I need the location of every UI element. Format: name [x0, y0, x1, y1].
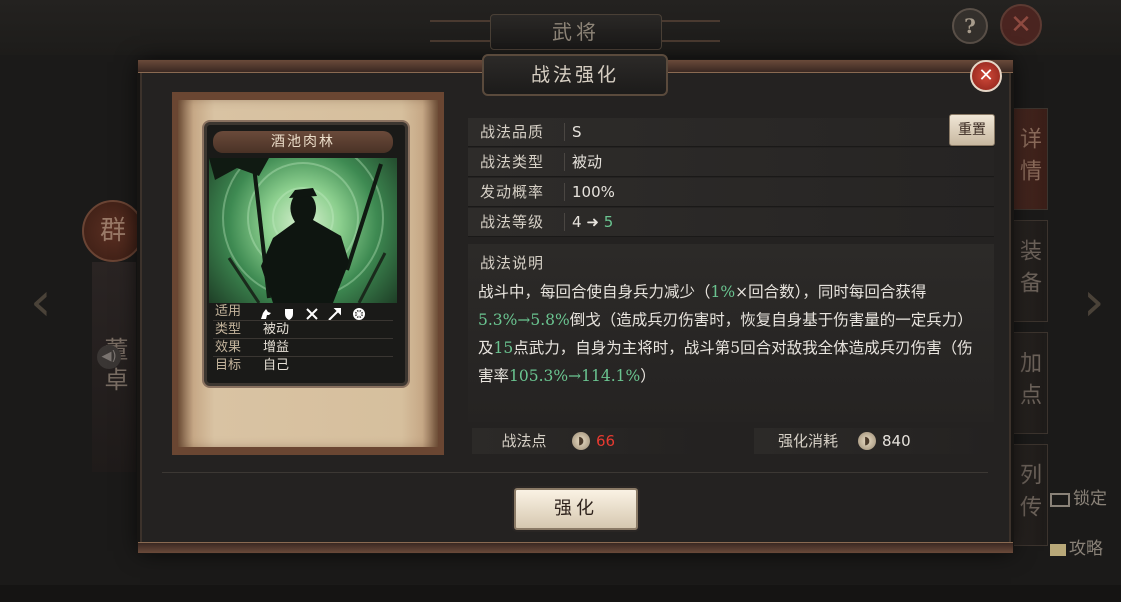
card-row-value: 被动	[263, 322, 290, 337]
lock-icon	[1050, 492, 1070, 507]
title-ornament-right	[660, 20, 720, 42]
level-from: 4	[572, 213, 582, 231]
card-row-key: 效果	[215, 340, 242, 355]
card-row-key: 类型	[215, 322, 242, 337]
skill-quality-value: S	[572, 123, 582, 141]
screen-title: 武将	[490, 14, 662, 50]
skill-card: 酒池肉林 适用 类型 被动 效果 增益 目标 自己	[204, 122, 408, 386]
card-row-target: 目标 自己	[209, 357, 397, 375]
faction-badge: 群	[82, 200, 144, 262]
voice-speaker-icon[interactable]: ◀)	[97, 345, 121, 369]
scroll-rod-top	[172, 92, 444, 100]
info-key: 战法等级	[480, 213, 545, 231]
skill-type-value: 被动	[572, 153, 603, 171]
card-row-value: 自己	[263, 358, 290, 373]
card-row-type: 类型 被动	[209, 321, 397, 339]
info-row-quality: 战法品质 S 重置	[468, 114, 995, 147]
title-ornament-left	[430, 20, 490, 42]
card-row-value: 增益	[263, 340, 290, 355]
skill-card-name: 酒池肉林	[213, 131, 393, 153]
spear-icon	[328, 307, 342, 321]
skill-level-value: 4 ➜ 5	[572, 208, 613, 236]
level-to: 5	[603, 213, 614, 231]
info-row-type: 战法类型 被动	[468, 148, 994, 177]
guide-button[interactable]: 攻略	[1050, 534, 1103, 559]
dialog-bottom-frame	[138, 542, 1013, 553]
tab-add-points[interactable]: 加点	[1008, 332, 1048, 434]
next-general-arrow-icon[interactable]: ›	[1083, 272, 1113, 332]
info-row-chance: 发动概率 100%	[468, 178, 994, 207]
dialog-title: 战法强化	[482, 54, 668, 96]
skill-card-artwork	[209, 158, 397, 303]
enhance-cost-row: 强化消耗 ◗ 840	[754, 428, 990, 454]
help-button[interactable]: ?	[952, 8, 988, 44]
level-arrow-icon: ➜	[586, 213, 599, 231]
cavalry-icon	[261, 308, 271, 319]
card-row-applicable: 适用	[209, 303, 397, 321]
prev-general-arrow-icon[interactable]: ‹	[30, 272, 60, 332]
skill-point-coin-icon: ◗	[572, 432, 590, 450]
skill-points-value: 66	[596, 432, 616, 450]
info-row-level: 战法等级 4 ➜ 5	[468, 208, 994, 237]
side-tabs: 详情 装备 加点 列传	[1008, 108, 1048, 548]
info-key: 战法品质	[480, 123, 545, 141]
lock-button[interactable]: 锁定	[1050, 484, 1107, 509]
card-row-key: 适用	[215, 304, 242, 319]
enhance-button[interactable]: 强化	[514, 488, 638, 530]
tab-details[interactable]: 详情	[1008, 108, 1048, 210]
card-row-effect: 效果 增益	[209, 339, 397, 357]
divider	[162, 472, 988, 473]
crossed-swords-icon	[306, 307, 318, 320]
screen-close-button[interactable]: ✕	[1000, 4, 1042, 46]
card-row-key: 目标	[215, 358, 242, 373]
bottom-bar	[0, 585, 1121, 602]
skill-card-info: 适用 类型 被动 效果 增益 目标 自己	[209, 303, 397, 377]
scroll-rod-bottom	[172, 447, 444, 455]
enhance-cost-label: 强化消耗	[777, 432, 838, 450]
reset-button[interactable]: 重置	[949, 114, 995, 146]
dialog-close-button[interactable]: ✕	[970, 60, 1002, 92]
guide-label: 攻略	[1069, 539, 1103, 559]
wheel-icon	[352, 307, 365, 320]
info-key: 发动概率	[480, 183, 545, 201]
lock-label: 锁定	[1073, 489, 1107, 509]
description-title: 战法说明	[480, 254, 545, 272]
skill-enhance-dialog: 战法强化 ✕ 酒池肉林 适用 类型 被动 效果 增益 目标 自己 战法品质 S …	[138, 54, 1013, 553]
shield-icon	[285, 308, 294, 320]
tab-biography[interactable]: 列传	[1008, 444, 1048, 546]
skill-points-row: 战法点 ◗ 66	[472, 428, 702, 454]
skill-description-box: 战法说明 战斗中，每回合使自身兵力减少（1%×回合数），同时每回合获得5.3%→…	[468, 244, 994, 422]
info-key: 战法类型	[480, 153, 545, 171]
skill-points-label: 战法点	[501, 432, 547, 450]
warrior-silhouette-image	[209, 158, 387, 303]
trigger-chance-value: 100%	[572, 183, 615, 201]
tab-equipment[interactable]: 装备	[1008, 220, 1048, 322]
book-icon	[1050, 543, 1066, 556]
cost-coin-icon: ◗	[858, 432, 876, 450]
description-text: 战斗中，每回合使自身兵力减少（1%×回合数），同时每回合获得5.3%→5.8%倒…	[478, 283, 973, 385]
enhance-cost-value: 840	[882, 432, 911, 450]
